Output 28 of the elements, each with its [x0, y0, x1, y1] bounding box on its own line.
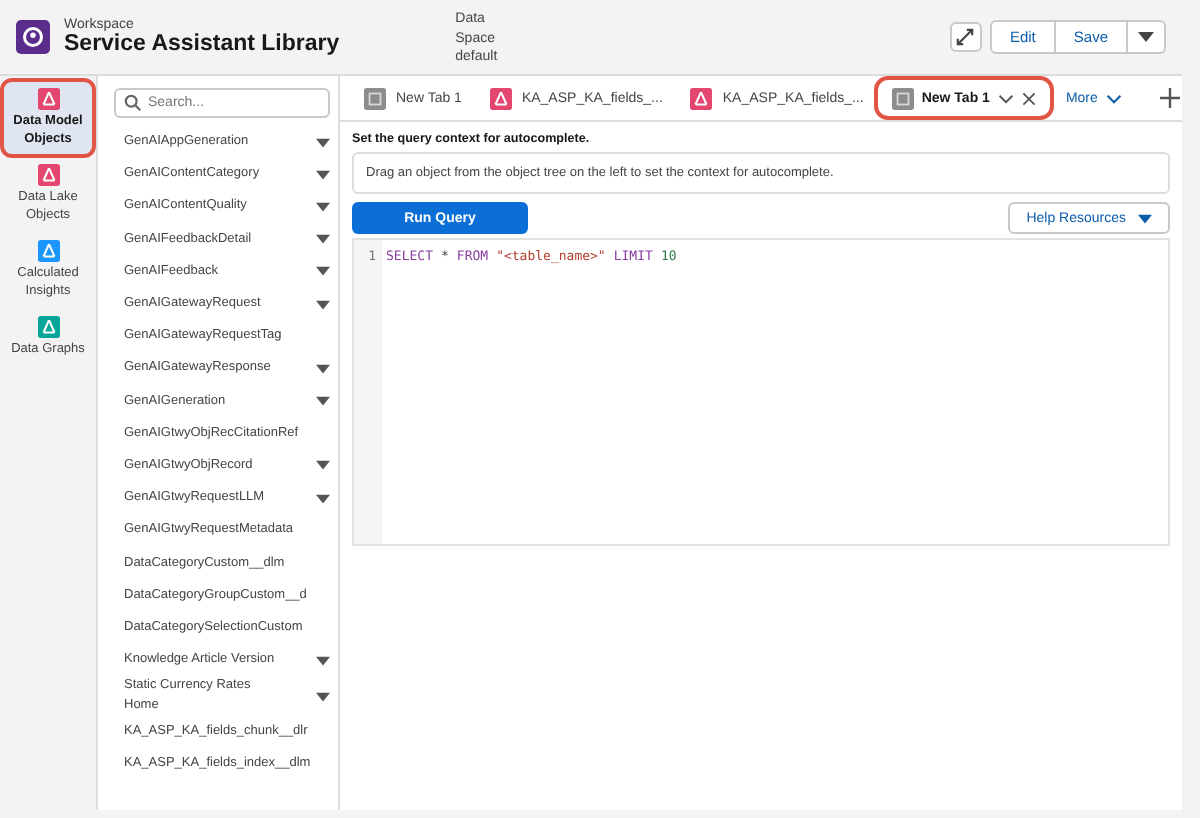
expand-icon — [956, 28, 975, 46]
workspace-logo-icon — [16, 20, 50, 54]
caret-icon — [1138, 32, 1154, 42]
close-icon[interactable] — [1021, 91, 1036, 105]
caret-icon[interactable] — [316, 299, 330, 310]
object-tab-icon — [489, 87, 512, 109]
chevron-down-icon — [1105, 93, 1122, 103]
chevron-down-icon[interactable] — [997, 93, 1014, 103]
caret-icon[interactable] — [316, 266, 330, 277]
query-tab-icon — [891, 87, 914, 109]
caret-icon[interactable] — [316, 396, 330, 407]
query-tab-icon — [364, 87, 386, 109]
caret-icon[interactable] — [316, 460, 330, 471]
add-tab-icon[interactable] — [1159, 88, 1180, 108]
dropdown-button[interactable] — [1126, 20, 1166, 54]
caret-icon[interactable] — [316, 691, 330, 702]
caret-icon[interactable] — [316, 363, 330, 374]
caret-icon — [1138, 213, 1152, 223]
search-icon — [124, 94, 142, 112]
caret-icon[interactable] — [316, 169, 330, 180]
caret-icon[interactable] — [316, 655, 330, 666]
object-tab-icon — [690, 87, 713, 109]
caret-icon[interactable] — [316, 493, 330, 504]
expand-button[interactable] — [949, 22, 982, 52]
caret-icon[interactable] — [316, 137, 330, 148]
caret-icon[interactable] — [316, 234, 330, 245]
caret-icon[interactable] — [316, 201, 330, 212]
workspace-title: Service Assistant Library — [64, 32, 340, 56]
